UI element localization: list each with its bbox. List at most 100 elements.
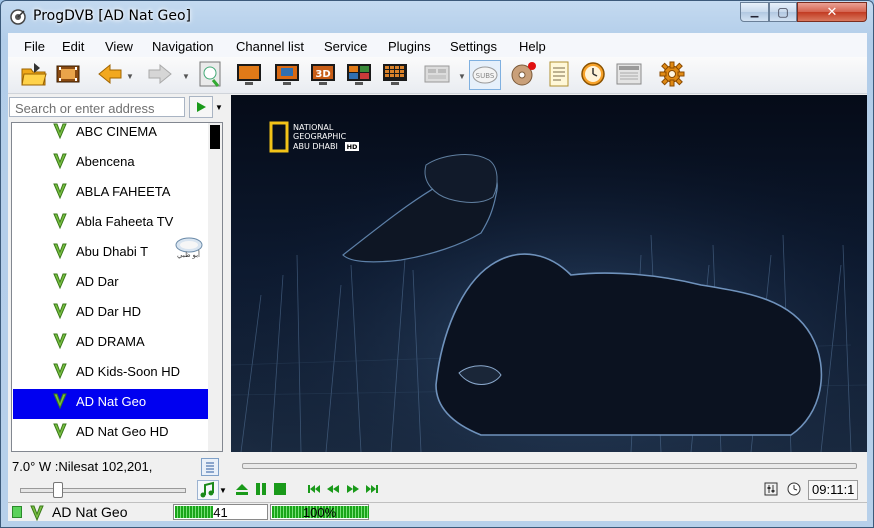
pause-button[interactable] [254, 482, 268, 496]
audio-track-dropdown[interactable]: ▼ [219, 486, 227, 495]
channel-v-icon [53, 243, 67, 260]
menu-view[interactable]: View [105, 39, 133, 54]
close-button[interactable]: ✕ [797, 2, 867, 22]
back-button[interactable] [96, 60, 124, 88]
maximize-button[interactable]: ▢ [769, 2, 797, 22]
channel-name: Abencena [76, 154, 135, 169]
volume-track[interactable] [20, 488, 186, 493]
menu-plugins[interactable]: Plugins [388, 39, 431, 54]
equalizer-icon [764, 482, 778, 496]
subtitles-label: SUBS [476, 72, 495, 80]
menu-navigation[interactable]: Navigation [152, 39, 213, 54]
recordings-icon [56, 65, 80, 83]
channel-item[interactable]: Abu Dhabi T أبو ظبي [13, 237, 209, 269]
equalizer-button[interactable] [764, 482, 778, 496]
channel-item[interactable]: AD Nat Geo [13, 389, 209, 419]
rewind-button[interactable] [326, 482, 340, 496]
channel-item[interactable]: Abencena [13, 149, 209, 179]
screen-window-button[interactable] [273, 60, 301, 88]
forward-history-dropdown[interactable]: ▼ [182, 72, 190, 81]
pause-icon [256, 483, 266, 495]
screen-3d-button[interactable]: 3D [309, 60, 337, 88]
epg-button[interactable] [196, 60, 224, 88]
play-go-icon [197, 102, 206, 112]
satellite-position: 7.0° W :Nilesat 102,201, [12, 459, 153, 474]
timer-button[interactable] [787, 482, 801, 496]
forward-button[interactable] [146, 60, 174, 88]
channel-info-button[interactable] [201, 458, 219, 476]
fast-forward-button[interactable] [346, 482, 360, 496]
channel-item[interactable]: ABLA FAHEETA [13, 179, 209, 209]
minimize-button[interactable]: ▁ [740, 2, 769, 22]
skip-end-button[interactable] [365, 482, 379, 496]
natgeo-logo-line2: GEOGRAPHIC [293, 132, 347, 141]
notes-button[interactable] [545, 60, 573, 88]
channel-v-icon [53, 213, 67, 230]
screen-mosaic-button[interactable] [381, 60, 409, 88]
menu-edit[interactable]: Edit [62, 39, 84, 54]
video-panel[interactable]: NATIONAL GEOGRAPHIC ABU DHABI HD [231, 95, 867, 452]
eject-button[interactable] [235, 482, 249, 496]
channel-item[interactable]: AD Nat Geo HD [13, 419, 209, 449]
channel-item[interactable]: AD DRAMA [13, 329, 209, 359]
menu-channel-list[interactable]: Channel list [236, 39, 304, 54]
channel-item[interactable]: AD Kids-Soon HD [13, 359, 209, 389]
channel-list[interactable]: ABC CINEMA Abencena ABLA FAHEETA Abla Fahee… [11, 122, 223, 452]
recordings-button[interactable] [54, 60, 82, 88]
channel-item[interactable]: ABC CINEMA [13, 123, 209, 149]
menu-help[interactable]: Help [519, 39, 546, 54]
screen-window-icon [275, 64, 299, 85]
teletext-button[interactable] [423, 60, 451, 88]
seek-track[interactable] [242, 463, 857, 469]
seek-slider[interactable] [237, 457, 865, 474]
skip-start-button[interactable] [307, 482, 321, 496]
app-window: ProgDVB [AD Nat Geo] ▁ ▢ ✕ File Edit Vie… [0, 0, 874, 528]
channel-v-icon [53, 273, 67, 290]
stop-icon [274, 483, 286, 495]
eject-icon [236, 484, 248, 495]
clock-icon [787, 482, 801, 496]
channel-name: ABC CINEMA [76, 124, 157, 139]
teletext-dropdown[interactable]: ▼ [458, 72, 466, 81]
subtitles-button[interactable]: SUBS [469, 60, 501, 90]
back-history-dropdown[interactable]: ▼ [126, 72, 134, 81]
menu-service[interactable]: Service [324, 39, 367, 54]
channel-v-icon [53, 183, 67, 200]
abu-dhabi-logo-icon: أبو ظبي [173, 235, 205, 268]
signal-level-text: 41 [213, 505, 228, 520]
stop-button[interactable] [273, 482, 287, 496]
menu-bar: File Edit View Navigation Channel list S… [8, 33, 867, 57]
record-button[interactable] [509, 60, 537, 88]
channel-list-scrollbar[interactable] [208, 123, 222, 451]
search-field[interactable] [9, 97, 187, 117]
channel-item[interactable]: AD Dar HD [13, 299, 209, 329]
audio-track-button[interactable] [197, 480, 219, 500]
search-input[interactable] [13, 99, 187, 117]
screen-pip-button[interactable] [345, 60, 373, 88]
channel-name: AD Dar [76, 274, 119, 289]
settings-button[interactable] [658, 60, 686, 88]
channel-name: ABLA FAHEETA [76, 184, 171, 199]
screen-3d-icon: 3D [311, 64, 335, 85]
open-folder-button[interactable] [20, 60, 48, 88]
back-arrow-icon [98, 63, 122, 85]
screen-normal-button[interactable] [235, 60, 263, 88]
info-panel-button[interactable] [615, 60, 643, 88]
scrollbar-thumb[interactable] [210, 125, 220, 149]
menu-file[interactable]: File [24, 39, 45, 54]
menu-settings[interactable]: Settings [450, 39, 497, 54]
screen-mosaic-icon [383, 64, 407, 85]
scheduler-button[interactable] [579, 60, 607, 88]
video-frame: NATIONAL GEOGRAPHIC ABU DHABI HD [231, 95, 867, 452]
channel-v-icon [53, 333, 67, 350]
title-bar[interactable]: ProgDVB [AD Nat Geo] ▁ ▢ ✕ [1, 1, 873, 33]
channel-name: AD Kids-Soon HD [76, 364, 181, 379]
window-title: ProgDVB [AD Nat Geo] [33, 8, 192, 24]
channel-item[interactable]: AD Dar [13, 269, 209, 299]
volume-slider-thumb[interactable] [52, 482, 63, 498]
skip-start-icon [308, 485, 320, 493]
app-satellite-icon [10, 9, 26, 25]
search-dropdown[interactable]: ▼ [215, 103, 223, 112]
settings-gear-icon [659, 61, 685, 87]
go-button[interactable] [189, 96, 213, 118]
